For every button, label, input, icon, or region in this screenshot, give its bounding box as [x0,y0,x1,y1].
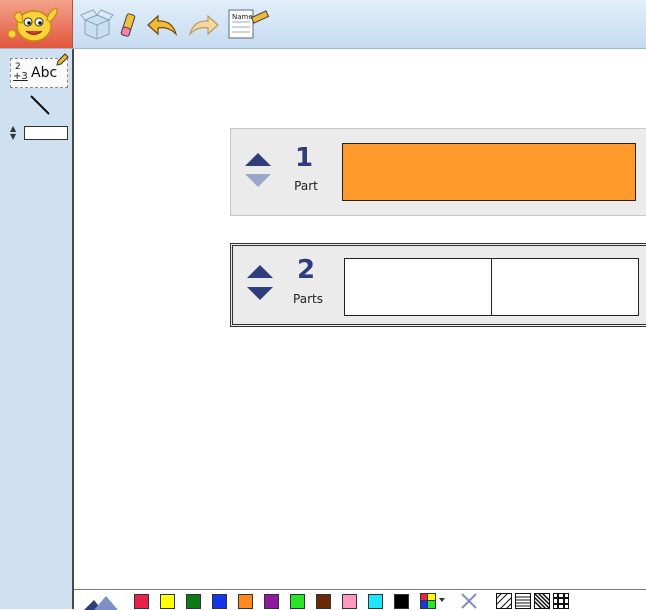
multicolor-icon[interactable] [420,593,438,609]
pencil-icon [56,53,69,66]
hatch-grid-icon[interactable] [553,593,569,609]
parts-label: Part [294,179,318,193]
name-label: Name [232,13,253,21]
decrease-parts-arrow-icon[interactable] [247,287,273,300]
bar-part[interactable] [343,144,635,200]
fraction-label-tool[interactable]: 2 +3 Abc [10,53,69,88]
color-swatch-cyan[interactable] [368,594,383,609]
increase-parts-arrow-icon[interactable] [247,265,273,278]
bar-parts-container[interactable] [344,258,639,316]
color-swatch-yellow[interactable] [160,594,175,609]
undo-arrow-icon[interactable] [146,6,180,42]
parts-count: 1 [294,143,314,173]
color-swatch-orange[interactable] [238,594,253,609]
fraction-bar-2[interactable]: 2 Parts [230,243,646,327]
left-sidebar: 2 +3 Abc ▲ ▼ [0,49,74,609]
stepper-arrows-icon[interactable]: ▲ ▼ [10,125,22,141]
redo-arrow-icon[interactable] [186,6,220,42]
bar-parts-container[interactable] [342,143,636,201]
color-swatch-dark-green[interactable] [186,594,201,609]
color-swatch-red[interactable] [134,594,149,609]
color-swatch-light-green[interactable] [290,594,305,609]
line-width-stepper[interactable]: ▲ ▼ [10,125,68,141]
hatch-diagonal-icon[interactable] [496,593,512,609]
line-width-field[interactable] [24,126,68,140]
top-toolbar: Name [0,0,646,49]
clear-x-icon[interactable] [460,593,478,609]
fraction-plus-value: +3 [13,71,28,82]
hatch-horizontal-icon[interactable] [515,593,531,609]
color-swatch-blue[interactable] [212,594,227,609]
fraction-mascot-icon [7,7,58,42]
fraction-bar-1[interactable]: 1 Part [230,128,646,216]
eraser-icon[interactable] [118,6,138,42]
parts-count: 2 [296,255,316,285]
text-abc-label: Abc [31,65,58,81]
dropdown-caret-icon[interactable] [439,598,445,602]
bar-part[interactable] [491,259,638,315]
increase-parts-arrow-icon[interactable] [245,153,271,166]
parts-label: Parts [293,292,323,306]
color-swatch-brown[interactable] [316,594,331,609]
decrease-parts-arrow-icon[interactable] [245,174,271,187]
color-swatch-black[interactable] [394,594,409,609]
name-notepad-icon[interactable]: Name [226,6,274,42]
color-swatch-pink[interactable] [342,594,357,609]
hatch-dense-icon[interactable] [534,593,550,609]
line-tool-icon[interactable] [28,93,52,117]
fractions-app-logo-button[interactable] [0,0,73,48]
bar-part[interactable] [345,259,492,315]
open-box-icon[interactable] [80,6,114,42]
color-palette [74,589,646,610]
color-swatch-purple[interactable] [264,594,279,609]
mountains-icon[interactable] [84,593,124,610]
